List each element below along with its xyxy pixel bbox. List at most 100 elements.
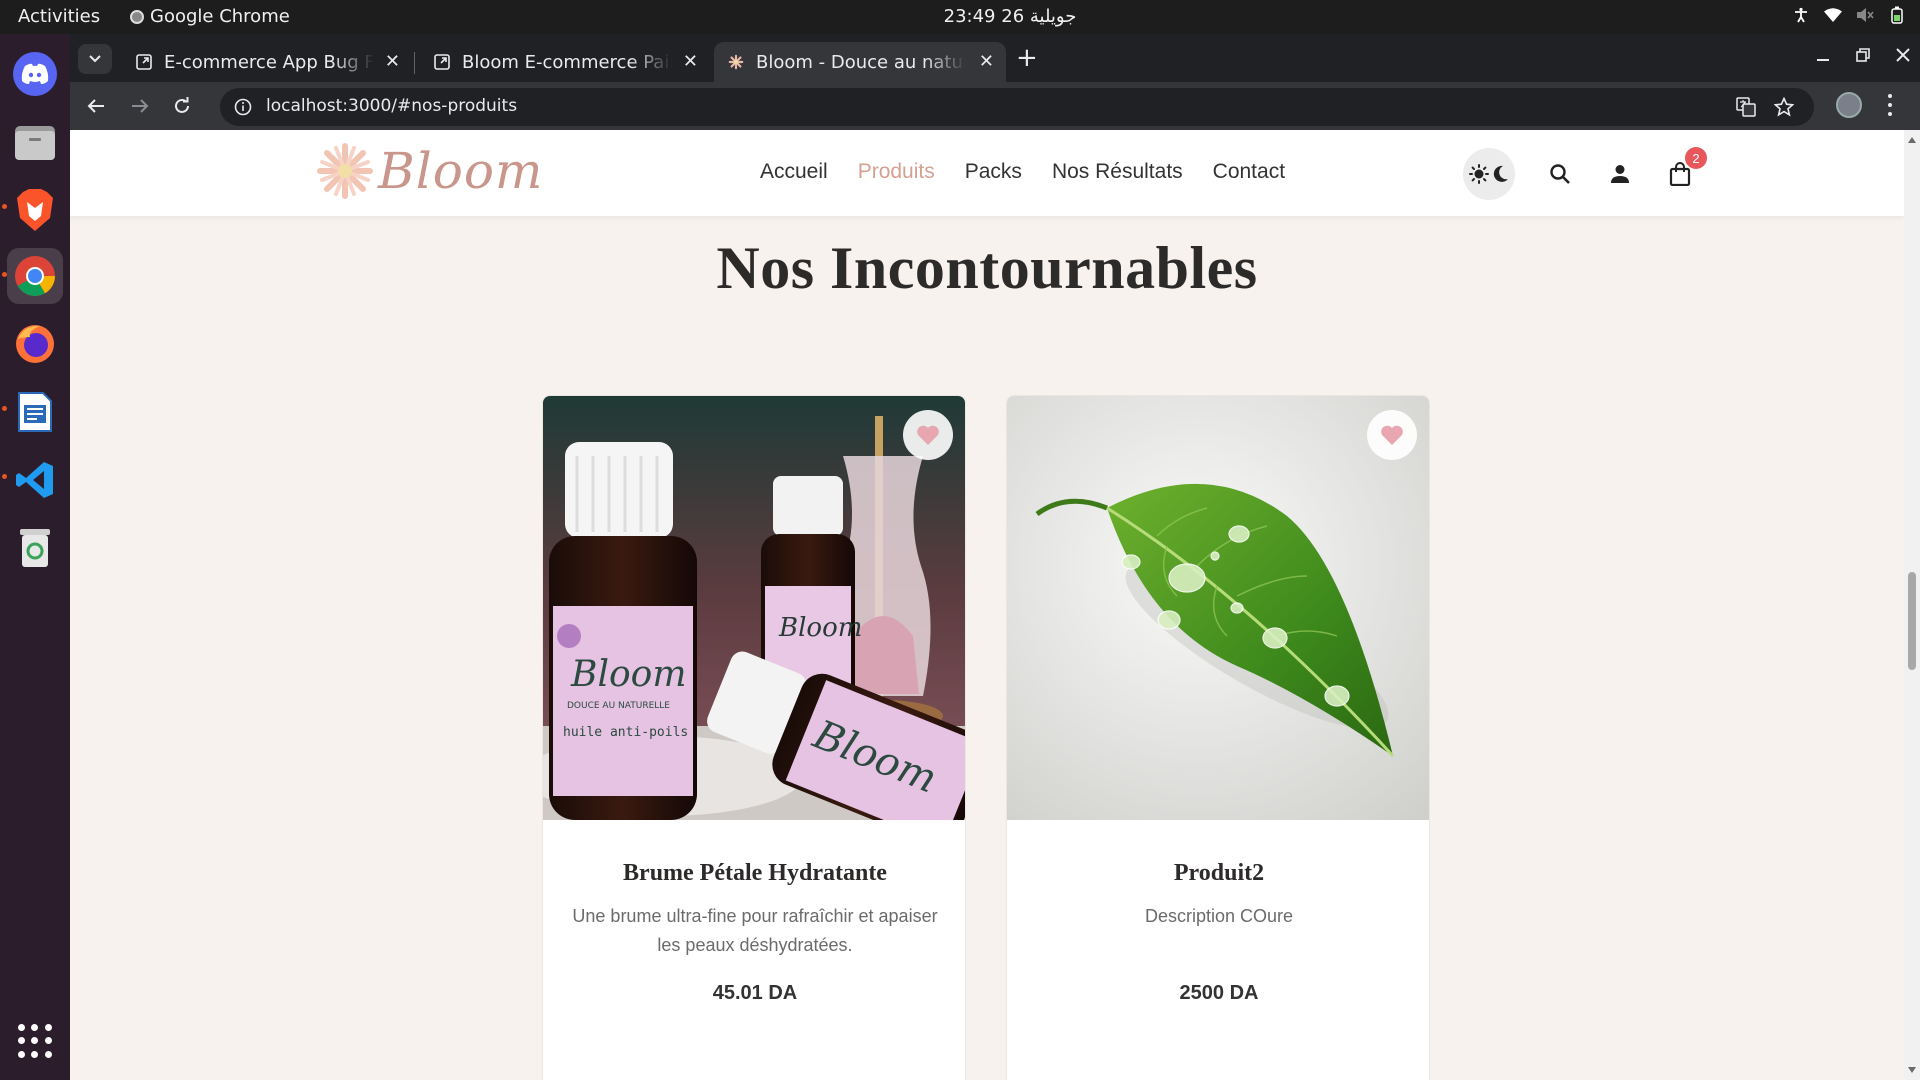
page-scrollbar[interactable] [1904,130,1920,1080]
wifi-icon[interactable] [1824,6,1842,24]
dock-chrome[interactable] [7,248,63,304]
page-viewport: Bloom Accueil Produits Packs Nos Résulta… [70,130,1920,1080]
svg-text:DOUCE AU NATURELLE: DOUCE AU NATURELLE [567,701,670,711]
chevron-down-icon [89,55,101,63]
product-card[interactable]: Produit2 Description COure 2500 DA [1006,395,1430,1080]
tab-ecommerce-bug-fix[interactable]: E-commerce App Bug Fix ✕ [122,42,412,82]
tab-bloom-pair[interactable]: Bloom E-commerce Pair ✕ [420,42,710,82]
scroll-down-icon[interactable] [1907,1066,1917,1074]
external-page-icon [136,54,152,70]
dock-discord[interactable] [7,46,63,102]
wishlist-button[interactable] [1367,410,1417,460]
address-bar[interactable]: localhost:3000/#nos-produits [220,88,1814,126]
nav-produits[interactable]: Produits [858,160,935,184]
main-nav: Accueil Produits Packs Nos Résultats Con… [760,160,1285,184]
dock-brave[interactable] [7,182,63,238]
theme-toggle[interactable] [1463,148,1515,200]
cart-button[interactable]: 2 [1665,147,1707,189]
close-tab-icon[interactable]: ✕ [979,51,994,72]
nav-packs[interactable]: Packs [965,160,1022,184]
system-tray[interactable] [1792,6,1906,24]
app-menu[interactable]: Google Chrome [130,6,290,27]
user-icon [1611,165,1629,183]
trash-icon [13,526,57,570]
nav-contact[interactable]: Contact [1213,160,1285,184]
site-header: Bloom Accueil Produits Packs Nos Résulta… [70,130,1904,216]
product-description: Description COure [1144,906,1294,926]
activities-button[interactable]: Activities [18,6,100,27]
search-icon [1550,164,1570,184]
svg-text:Bloom: Bloom [570,654,686,695]
volume-muted-icon[interactable] [1856,6,1874,24]
chrome-icon [13,254,57,298]
dock-firefox[interactable] [7,316,63,372]
product-name[interactable]: Produit2 [1007,860,1429,887]
forward-button[interactable] [126,92,154,120]
brave-icon [13,188,57,232]
battery-icon[interactable] [1888,6,1906,24]
scroll-up-icon[interactable] [1907,136,1917,144]
browser-window: E-commerce App Bug Fix ✕ Bloom E-commerc… [70,34,1920,1080]
reload-icon [175,97,189,113]
site-logo[interactable]: Bloom [314,140,543,202]
tab-strip: E-commerce App Bug Fix ✕ Bloom E-commerc… [70,34,1920,82]
tab-bloom-active[interactable]: Bloom - Douce au naturel ✕ [714,42,1006,82]
dock-vscode[interactable] [7,452,63,508]
system-top-bar: Activities Google Chrome 23:49 26 جويلية [0,0,1920,34]
product-price: 45.01 DA [712,982,798,1004]
search-button[interactable] [1545,159,1575,189]
product-card[interactable]: Bloom Bloom DOUCE AU NATURELLE huile ant… [542,395,966,1080]
back-button[interactable] [82,92,110,120]
clock[interactable]: 23:49 26 جويلية [930,6,1090,27]
product-description: Une brume ultra-fine pour rafraîchir et … [572,906,938,955]
product-name[interactable]: Brume Pétale Hydratante [543,860,965,887]
discord-icon [13,52,57,96]
vscode-icon [13,458,57,502]
window-controls [1816,46,1910,67]
minimize-icon[interactable] [1816,46,1830,67]
heart-icon [917,425,939,445]
tab-separator [414,52,415,74]
new-tab-button[interactable]: + [1016,45,1038,71]
bloom-flower-icon [728,54,744,70]
profile-avatar[interactable] [1836,92,1862,118]
external-page-icon [434,54,450,70]
product-image-leaf[interactable] [1007,396,1429,820]
firefox-icon [13,322,57,366]
nav-accueil[interactable]: Accueil [760,160,828,184]
product-price: 2500 DA [1179,982,1259,1004]
bookmark-star-icon[interactable] [1773,96,1795,121]
translate-icon[interactable] [1736,97,1756,121]
close-window-icon[interactable] [1896,46,1910,67]
close-tab-icon[interactable]: ✕ [385,51,400,72]
dock-writer[interactable] [7,384,63,440]
close-tab-icon[interactable]: ✕ [683,51,698,72]
browser-toolbar: localhost:3000/#nos-produits [70,82,1920,130]
accessibility-icon[interactable] [1792,6,1810,24]
dock-files[interactable] [7,114,63,170]
scrollbar-thumb[interactable] [1908,572,1916,670]
header-actions: 2 [1463,147,1707,200]
tab-title: Bloom E-commerce Pair [462,51,672,73]
arrow-left-icon [87,99,104,113]
wishlist-button[interactable] [903,410,953,460]
logo-text: Bloom [378,142,544,200]
site-info-icon[interactable] [234,98,252,116]
chrome-menu-icon[interactable] [1880,94,1900,116]
svg-text:huile anti-poils: huile anti-poils [563,725,688,740]
restore-icon[interactable] [1856,46,1870,67]
nav-nos-resultats[interactable]: Nos Résultats [1052,160,1183,184]
tab-search-button[interactable] [78,44,112,74]
account-button[interactable] [1605,159,1635,189]
show-apps-button[interactable] [18,1024,52,1058]
text-editor-icon [13,390,57,434]
dock-trash[interactable] [7,520,63,576]
product-image-bottles[interactable]: Bloom Bloom DOUCE AU NATURELLE huile ant… [543,396,965,820]
tab-title: Bloom - Douce au naturel [756,51,966,73]
svg-text:Bloom: Bloom [778,613,862,643]
reload-button[interactable] [168,92,196,120]
url-text[interactable]: localhost:3000/#nos-produits [266,96,517,116]
dock [0,34,70,1080]
section-title: Nos Incontournables [716,235,1258,301]
moon-icon [1493,165,1508,182]
